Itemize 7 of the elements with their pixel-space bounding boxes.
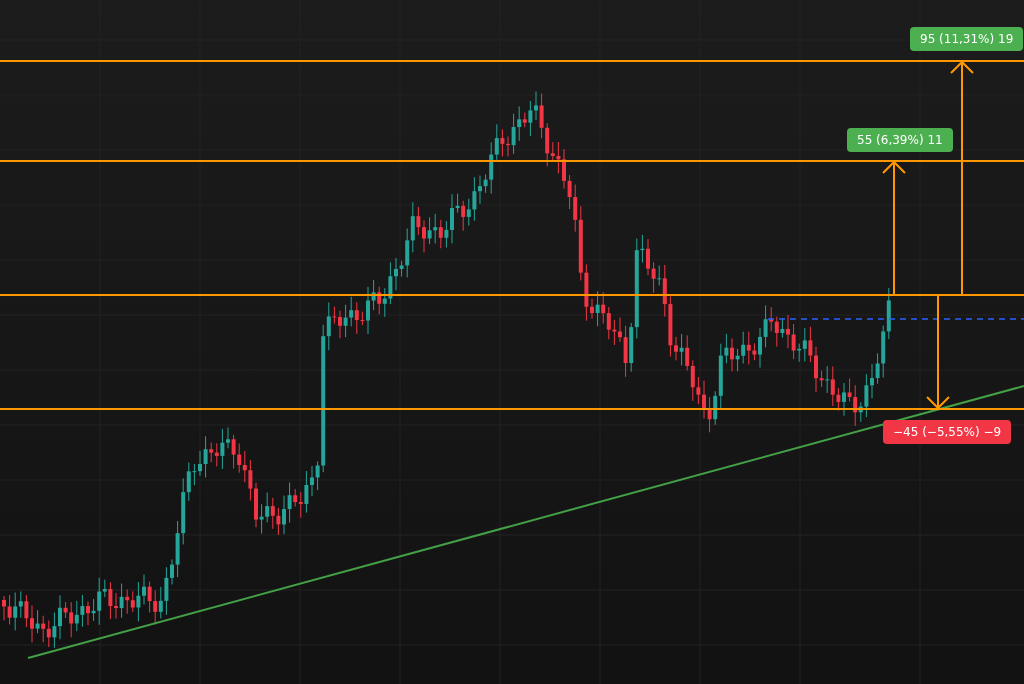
level-line[interactable]: [0, 294, 1024, 296]
level-line[interactable]: [0, 60, 1024, 62]
measurement-label: −45 (−5,55%) −9: [883, 420, 1012, 444]
level-line[interactable]: [0, 160, 1024, 162]
measurement-label: 95 (11,31%) 19: [910, 27, 1024, 51]
measurement-label: 55 (6,39%) 11: [847, 128, 953, 152]
trend-line[interactable]: [27, 385, 1024, 659]
